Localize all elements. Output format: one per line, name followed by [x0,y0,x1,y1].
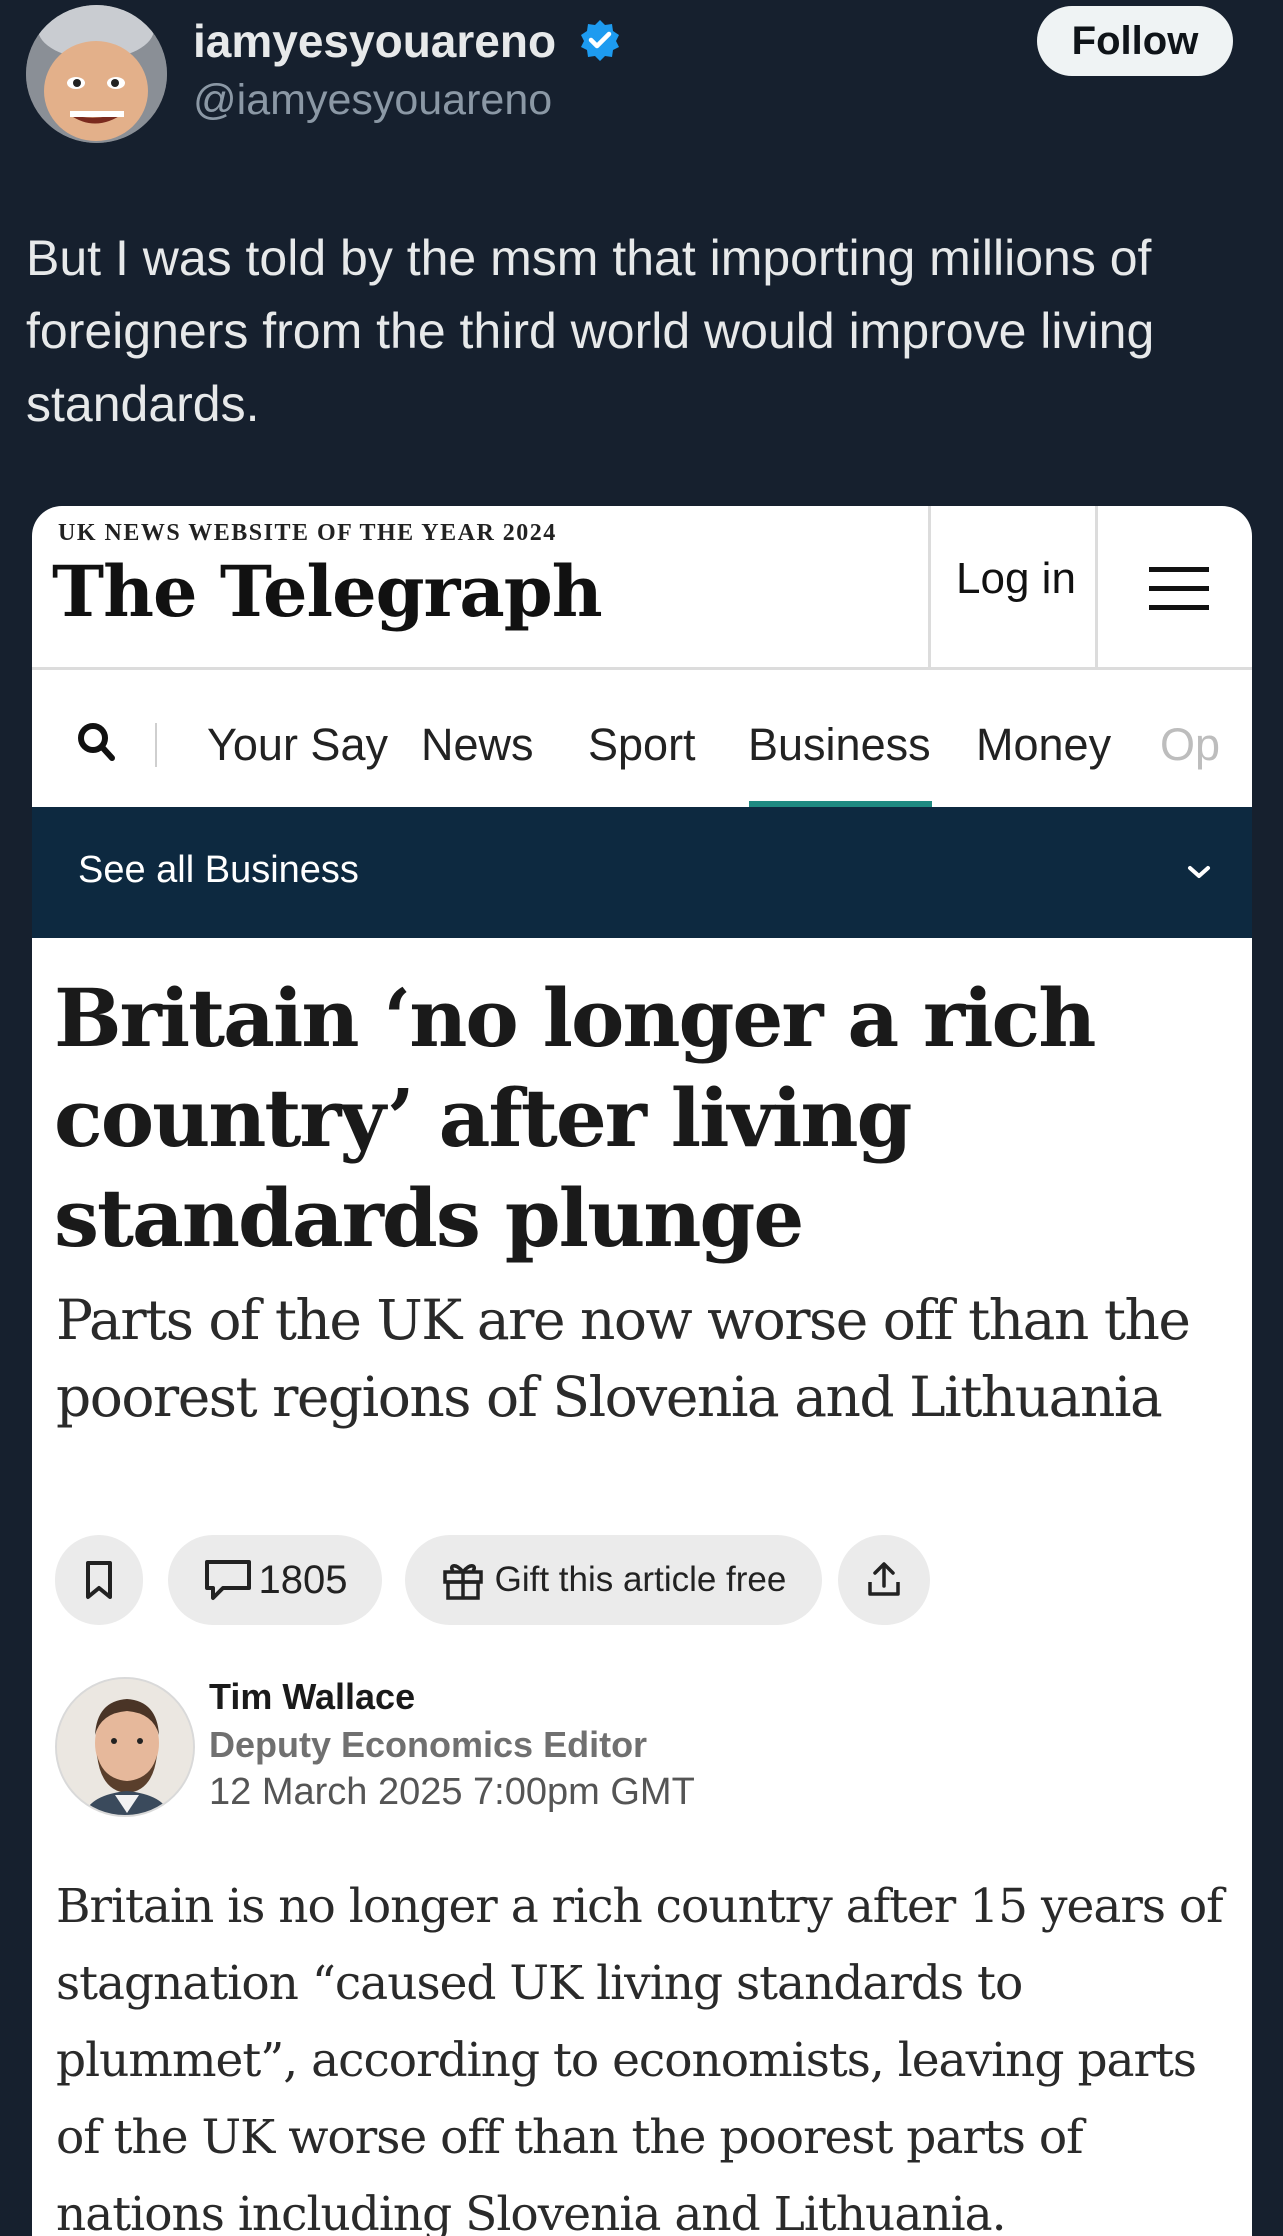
author-name[interactable]: Tim Wallace [209,1676,415,1718]
bookmark-button[interactable] [55,1535,143,1625]
nav-item-opinion[interactable]: Op [1160,719,1220,771]
subsection-bar[interactable]: See all Business [32,807,1252,938]
user-handle[interactable]: @iamyesyouareno [193,76,552,125]
author-photo[interactable] [55,1677,195,1817]
article-standfirst: Parts of the UK are now worse off than t… [56,1288,1191,1429]
nav-divider [155,723,157,767]
nav-item-business[interactable]: Business [748,719,931,771]
publish-date: 12 March 2025 7:00pm GMT [209,1771,695,1813]
comment-icon [204,1560,251,1600]
comments-count: 1805 [258,1557,348,1602]
login-button[interactable]: Log in [928,506,1098,670]
tweet-header: iamyesyouareno @iamyesyouareno Follow [0,0,1283,150]
follow-button[interactable]: Follow [1037,6,1233,76]
masthead: UK NEWS WEBSITE OF THE YEAR 2024 The Tel… [32,506,1252,670]
article-screenshot[interactable]: UK NEWS WEBSITE OF THE YEAR 2024 The Tel… [32,506,1252,2236]
nav-item-sport[interactable]: Sport [588,719,696,771]
tweet-text: But I was told by the msm that importing… [26,230,1155,432]
nav-item-your-say[interactable]: Your Say [207,719,388,771]
search-icon[interactable] [76,721,118,763]
section-nav: Your Say News Sport Business Money Op [32,673,1252,811]
nav-item-money[interactable]: Money [976,719,1111,771]
login-label: Log in [956,554,1076,603]
avatar[interactable] [26,5,167,143]
display-name[interactable]: iamyesyouareno [193,14,556,68]
see-all-business-link[interactable]: See all Business [78,849,359,892]
gift-article-button[interactable]: Gift this article free [405,1535,822,1625]
bookmark-icon [86,1561,112,1599]
verified-badge-icon [578,18,622,62]
telegraph-logo[interactable]: The Telegraph [52,550,603,633]
article-body: Britain is no longer a rich country afte… [56,1879,1224,2236]
comments-button[interactable]: 1805 [168,1535,382,1625]
menu-icon[interactable] [1149,567,1209,610]
gift-icon [442,1564,483,1600]
gift-label: Gift this article free [494,1560,787,1599]
award-banner: UK NEWS WEBSITE OF THE YEAR 2024 [58,520,557,546]
author-role: Deputy Economics Editor [209,1724,648,1765]
article-headline: Britain ‘no longer a rich country’ after… [54,971,1096,1265]
share-icon [868,1562,900,1596]
share-button[interactable] [838,1535,930,1625]
nav-item-news[interactable]: News [421,719,534,771]
chevron-down-icon[interactable] [1182,857,1216,887]
